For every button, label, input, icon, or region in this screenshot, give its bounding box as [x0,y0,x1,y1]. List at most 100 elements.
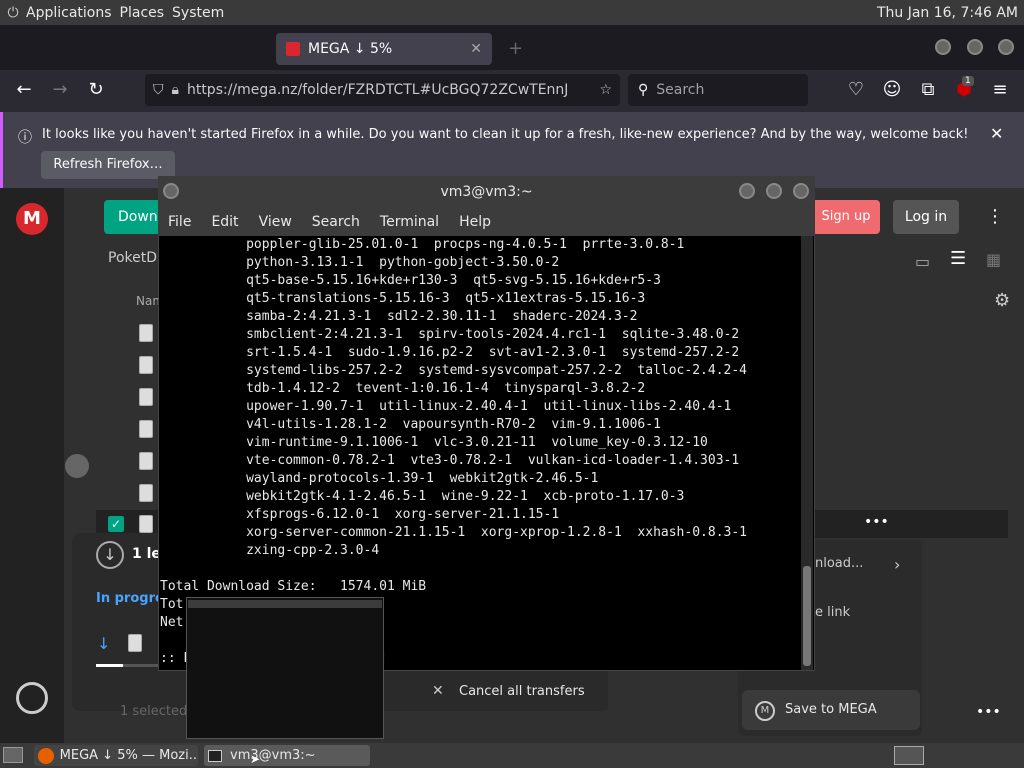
thumbnail-view-icon[interactable]: ▭ [915,252,930,271]
clock[interactable]: Thu Jan 16, 7:46 AM [877,5,1024,21]
terminal-close-icon[interactable] [793,183,809,199]
file-icon[interactable] [139,484,153,502]
save-to-mega-label: Save to MEGA [785,702,877,717]
terminal-menu-icon[interactable] [163,183,179,199]
new-tab-icon[interactable]: + [508,38,523,59]
bookmark-star-icon[interactable]: ☆ [599,82,612,98]
file-icon[interactable] [139,420,153,438]
selected-count: 1 selected [120,704,188,719]
notification-close-icon[interactable]: ✕ [990,124,1003,143]
top-panel: ⏻ Applications Places System Thu Jan 16,… [0,0,1024,25]
terminal-line: srt-1.5.4-1 sudo-1.9.16.p2-2 svt-av1-2.3… [160,345,740,360]
search-field[interactable]: ⚲ Search [628,74,808,106]
file-icon[interactable] [139,388,153,406]
tab-title: MEGA ↓ 5% [308,41,393,57]
terminal-line: qt5-base-5.15.16+kde+r130-3 qt5-svg-5.15… [160,273,661,288]
back-icon[interactable]: ← [12,78,36,102]
taskbar-terminal[interactable]: vm3@vm3:~ [204,745,370,766]
show-desktop-icon[interactable] [3,747,23,763]
terminal-menu-search[interactable]: Search [302,214,370,230]
pocket-icon[interactable]: ♡ [844,78,868,102]
terminal-menu-terminal[interactable]: Terminal [370,214,449,230]
terminal-menu-file[interactable]: File [158,214,201,230]
search-placeholder: Search [656,82,705,98]
terminal-minimize-icon[interactable] [739,183,755,199]
transfer-count: 1 le [132,546,161,562]
lock-icon[interactable]: 🔒︎ [172,82,179,98]
reload-icon[interactable]: ↻ [84,78,108,102]
forward-icon[interactable]: → [48,78,72,102]
mega-favicon-icon [286,42,300,56]
taskbar-firefox[interactable]: MEGA ↓ 5% — Mozi... [34,745,198,766]
terminal-menubar: File Edit View Search Terminal Help [158,208,815,236]
minimize-icon[interactable] [935,39,951,55]
system-menu[interactable]: System [172,5,232,21]
terminal-line: Total Download Size: 1574.01 MiB [160,579,427,594]
file-icon[interactable] [139,324,153,342]
tab-close-icon[interactable]: ✕ [470,41,482,57]
terminal-menu-view[interactable]: View [249,214,302,230]
refresh-firefox-button[interactable]: Refresh Firefox… [41,151,175,179]
terminal-line: samba-2:4.21.3-1 sdl2-2.30.11-1 shaderc-… [160,309,638,324]
account-icon[interactable]: ☺ [880,78,904,102]
terminal-scrollbar-thumb[interactable] [803,566,811,666]
mega-m-icon: M [755,701,775,721]
menu-download[interactable]: nload... [815,556,863,571]
grid-view-icon[interactable]: ▦ [986,250,1001,269]
terminal-menu-help[interactable]: Help [449,214,501,230]
url-bar[interactable]: ⛉ 🔒︎ https://mega.nz/folder/FZRDTCTL#UcB… [145,74,620,106]
close-window-icon[interactable] [998,39,1014,55]
column-settings-icon[interactable]: ⚙ [994,290,1010,311]
bottom-more-icon[interactable]: ••• [976,704,1001,720]
terminal-line: smbclient-2:4.21.3-1 spirv-tools-2024.4.… [160,327,740,342]
sidebar-toggle-icon[interactable] [65,454,89,478]
row-checkbox-icon[interactable]: ✓ [108,516,124,532]
notification-text: It looks like you haven't started Firefo… [42,127,969,142]
window-preview-thumbnail[interactable] [186,597,384,739]
chevron-right-icon: › [894,555,901,574]
applications-menu[interactable]: Applications [26,5,120,21]
cancel-icon[interactable]: ✕ [432,683,444,699]
url-text[interactable]: https://mega.nz/folder/FZRDTCTL#UcBGQ72Z… [187,82,567,98]
search-icon: ⚲ [638,82,649,98]
row-more-icon[interactable]: ••• [864,514,889,530]
file-icon[interactable] [139,452,153,470]
login-button[interactable]: Log in [893,200,959,234]
file-icon[interactable] [139,356,153,374]
terminal-line: systemd-libs-257.2-2 systemd-sysvcompat-… [160,363,747,378]
terminal-maximize-icon[interactable] [766,183,782,199]
download-button[interactable]: Down [104,200,166,234]
tab-mega[interactable]: MEGA ↓ 5% ✕ [276,33,492,65]
terminal-line: vim-runtime-9.1.1006-1 vlc-3.0.21-11 vol… [160,435,708,450]
cancel-all-transfers[interactable]: Cancel all transfers [459,684,585,699]
places-menu[interactable]: Places [120,5,173,21]
workspace-switcher-icon[interactable] [894,746,924,765]
terminal-line: qt5-translations-5.15.16-3 qt5-x11extras… [160,291,646,306]
transfer-arrow-icon: ↓ [97,634,111,653]
terminal-line: vte-common-0.78.2-1 vte3-0.78.2-1 vulkan… [160,453,740,468]
mega-settings-round-icon[interactable] [16,682,48,714]
maximize-icon[interactable] [967,39,983,55]
terminal-line: poppler-glib-25.01.0-1 procps-ng-4.0.5-1… [160,237,685,252]
terminal-line: upower-1.90.7-1 util-linux-2.40.4-1 util… [160,399,732,414]
signup-button[interactable]: Sign up [812,200,880,234]
in-progress-tab[interactable]: In progre [96,591,164,606]
file-icon[interactable] [139,515,153,533]
window-preview-titlebar [188,600,382,608]
more-vertical-icon[interactable]: ⋮ [986,206,1004,227]
terminal-line: xorg-server-common-21.1.15-1 xorg-xprop-… [160,525,747,540]
taskbar-firefox-label: MEGA ↓ 5% — Mozi... [59,748,198,763]
download-circle-icon: ↓ [96,541,124,569]
menu-get-link[interactable]: e link [815,605,850,620]
shield-icon[interactable]: ⛉ [153,82,164,98]
terminal-menu-edit[interactable]: Edit [201,214,248,230]
mega-logo-icon[interactable]: M [16,203,48,235]
terminal-line: wayland-protocols-1.39-1 webkit2gtk-2.46… [160,471,599,486]
gnome-foot-icon[interactable]: ⏻ [0,5,26,21]
list-view-icon[interactable]: ☰ [950,248,966,269]
terminal-title: vm3@vm3:~ [158,176,815,208]
terminal-line: xfsprogs-6.12.0-1 xorg-server-21.1.15-1 [160,507,560,522]
menu-hamburger-icon[interactable]: ≡ [988,78,1012,102]
extensions-icon[interactable]: ⧉ [916,78,940,102]
